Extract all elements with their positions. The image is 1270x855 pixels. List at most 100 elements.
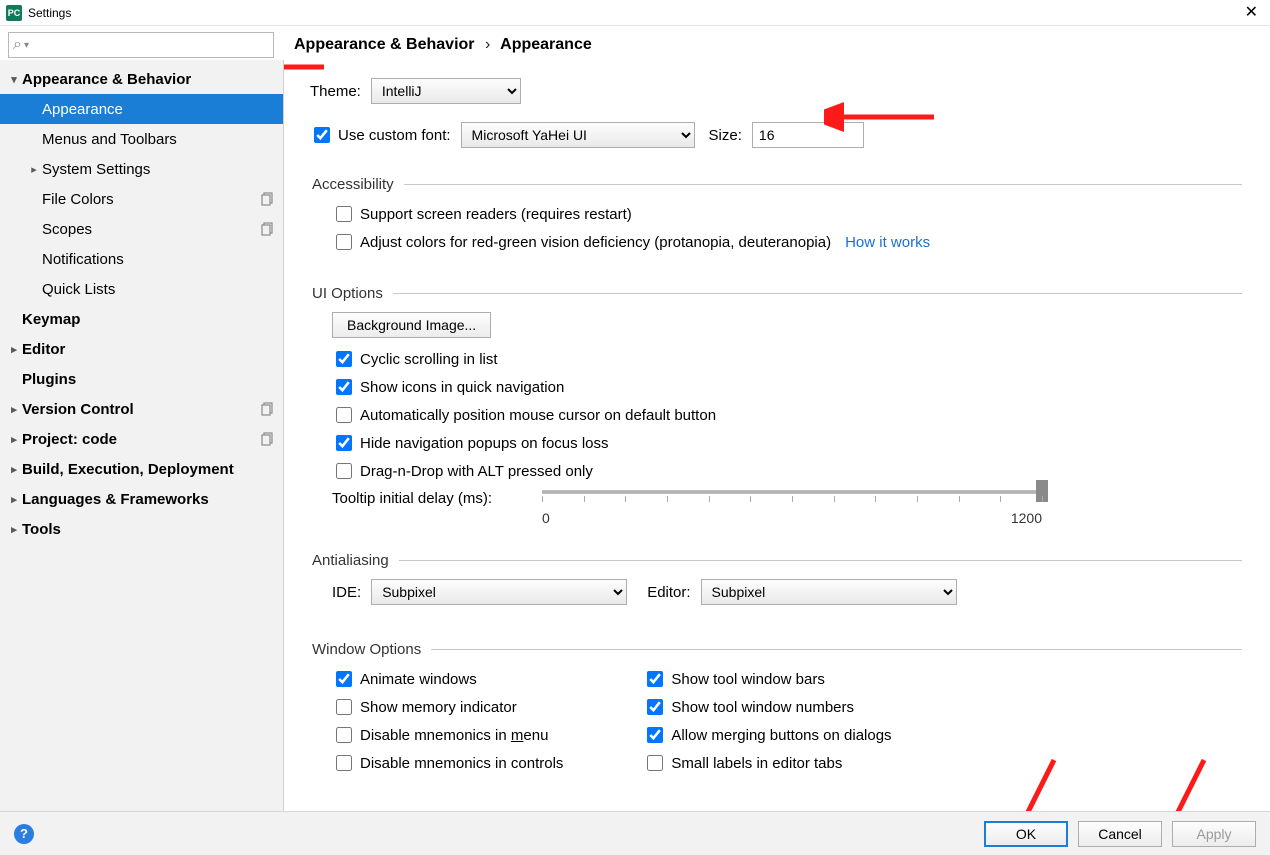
search-icon: ⌕ — [13, 36, 22, 54]
expand-icon: ▸ — [6, 463, 22, 476]
screen-readers-checkbox[interactable] — [336, 206, 352, 222]
background-image-button[interactable]: Background Image... — [332, 312, 491, 338]
app-icon: PC — [6, 5, 22, 21]
expand-icon: ▾ — [6, 73, 22, 86]
cyclic-scrolling-label: Cyclic scrolling in list — [360, 351, 498, 368]
copy-icon — [261, 222, 275, 236]
sidebar-item[interactable]: ▸Languages & Frameworks — [0, 484, 283, 514]
auto-mouse-checkbox[interactable] — [336, 407, 352, 423]
sidebar-item-label: Project: code — [22, 431, 117, 448]
titlebar: PC Settings ✕ — [0, 0, 1270, 26]
expand-icon: ▸ — [6, 493, 22, 506]
accessibility-legend: Accessibility — [310, 176, 404, 193]
sidebar-item-label: Editor — [22, 341, 65, 358]
merge-buttons-checkbox[interactable] — [647, 727, 663, 743]
tooltip-delay-label: Tooltip initial delay (ms): — [332, 490, 542, 507]
hide-nav-popups-checkbox[interactable] — [336, 435, 352, 451]
antialiasing-legend: Antialiasing — [310, 552, 399, 569]
auto-mouse-label: Automatically position mouse cursor on d… — [360, 407, 716, 424]
aa-editor-select[interactable]: Subpixel — [701, 579, 957, 605]
sidebar-item[interactable]: File Colors — [0, 184, 283, 214]
slider-min: 0 — [542, 510, 550, 526]
memory-indicator-checkbox[interactable] — [336, 699, 352, 715]
cyclic-scrolling-checkbox[interactable] — [336, 351, 352, 367]
copy-icon — [261, 432, 275, 446]
sidebar-item-label: Appearance — [42, 101, 123, 118]
slider-max: 1200 — [1011, 510, 1042, 526]
sidebar-item-label: Plugins — [22, 371, 76, 388]
close-icon[interactable]: ✕ — [1239, 5, 1264, 21]
ui-options-legend: UI Options — [310, 285, 393, 302]
sidebar-item[interactable]: ▸Build, Execution, Deployment — [0, 454, 283, 484]
sidebar-item-label: System Settings — [42, 161, 150, 178]
how-it-works-link[interactable]: How it works — [845, 234, 930, 251]
small-labels-label: Small labels in editor tabs — [671, 755, 842, 772]
antialiasing-group: Antialiasing IDE: Subpixel Editor: Subpi… — [310, 552, 1242, 615]
aa-editor-label: Editor: — [647, 584, 690, 601]
sidebar-item[interactable]: ▸Project: code — [0, 424, 283, 454]
dnd-alt-checkbox[interactable] — [336, 463, 352, 479]
ui-options-group: UI Options Background Image... Cyclic sc… — [310, 285, 1242, 526]
expand-icon: ▸ — [26, 163, 42, 176]
ok-button[interactable]: OK — [984, 821, 1068, 847]
window-title: Settings — [28, 6, 71, 20]
sidebar-item[interactable]: Notifications — [0, 244, 283, 274]
copy-icon — [261, 402, 275, 416]
icons-quick-nav-checkbox[interactable] — [336, 379, 352, 395]
theme-select[interactable]: IntelliJ — [371, 78, 521, 104]
expand-icon: ▸ — [6, 523, 22, 536]
sidebar-item-label: Menus and Toolbars — [42, 131, 177, 148]
sidebar-item-label: Build, Execution, Deployment — [22, 461, 234, 478]
color-deficiency-checkbox[interactable] — [336, 234, 352, 250]
sidebar-item-label: Keymap — [22, 311, 80, 328]
sidebar-item[interactable]: ▸Editor — [0, 334, 283, 364]
small-labels-checkbox[interactable] — [647, 755, 663, 771]
font-size-input[interactable] — [752, 122, 864, 148]
apply-button[interactable]: Apply — [1172, 821, 1256, 847]
sidebar-item[interactable]: Appearance — [0, 94, 283, 124]
sidebar-item[interactable]: Keymap — [0, 304, 283, 334]
sidebar-item-label: Languages & Frameworks — [22, 491, 209, 508]
aa-ide-select[interactable]: Subpixel — [371, 579, 627, 605]
sidebar-item[interactable]: Menus and Toolbars — [0, 124, 283, 154]
tool-window-bars-checkbox[interactable] — [647, 671, 663, 687]
mnemonics-menu-label: Disable mnemonics in menu — [360, 727, 548, 744]
sidebar-item-label: Quick Lists — [42, 281, 115, 298]
breadcrumb-root: Appearance & Behavior — [294, 36, 475, 53]
tooltip-delay-slider[interactable]: 0 1200 — [542, 490, 1042, 526]
settings-content: Theme: IntelliJ Use custom font: Microso… — [284, 60, 1270, 811]
mnemonics-controls-checkbox[interactable] — [336, 755, 352, 771]
sidebar-item[interactable]: ▸Version Control — [0, 394, 283, 424]
sidebar-item[interactable]: Plugins — [0, 364, 283, 394]
sidebar-item[interactable]: ▾Appearance & Behavior — [0, 64, 283, 94]
theme-label: Theme: — [310, 83, 361, 100]
footer: ? OK Cancel Apply — [0, 811, 1270, 855]
screen-readers-label: Support screen readers (requires restart… — [360, 206, 632, 223]
breadcrumb: Appearance & Behavior › Appearance — [294, 32, 592, 54]
tool-window-bars-label: Show tool window bars — [671, 671, 824, 688]
sidebar-item-label: File Colors — [42, 191, 114, 208]
search-input[interactable] — [29, 37, 269, 54]
use-custom-font-label: Use custom font: — [338, 127, 451, 144]
expand-icon: ▸ — [6, 433, 22, 446]
expand-icon: ▸ — [6, 343, 22, 356]
accessibility-group: Accessibility Support screen readers (re… — [310, 176, 1242, 259]
hide-nav-popups-label: Hide navigation popups on focus loss — [360, 435, 609, 452]
breadcrumb-leaf: Appearance — [500, 36, 592, 53]
tool-window-numbers-checkbox[interactable] — [647, 699, 663, 715]
sidebar-item[interactable]: ▸System Settings — [0, 154, 283, 184]
help-icon[interactable]: ? — [14, 824, 34, 844]
sidebar-item[interactable]: Scopes — [0, 214, 283, 244]
copy-icon — [261, 192, 275, 206]
cancel-button[interactable]: Cancel — [1078, 821, 1162, 847]
mnemonics-menu-checkbox[interactable] — [336, 727, 352, 743]
animate-windows-checkbox[interactable] — [336, 671, 352, 687]
settings-search-box[interactable]: ⌕▾ — [8, 32, 274, 58]
color-deficiency-label: Adjust colors for red-green vision defic… — [360, 234, 831, 251]
custom-font-select[interactable]: Microsoft YaHei UI — [461, 122, 695, 148]
animate-windows-label: Animate windows — [360, 671, 477, 688]
sidebar-item[interactable]: ▸Tools — [0, 514, 283, 544]
font-size-label: Size: — [709, 127, 742, 144]
sidebar-item[interactable]: Quick Lists — [0, 274, 283, 304]
use-custom-font-checkbox[interactable] — [314, 127, 330, 143]
